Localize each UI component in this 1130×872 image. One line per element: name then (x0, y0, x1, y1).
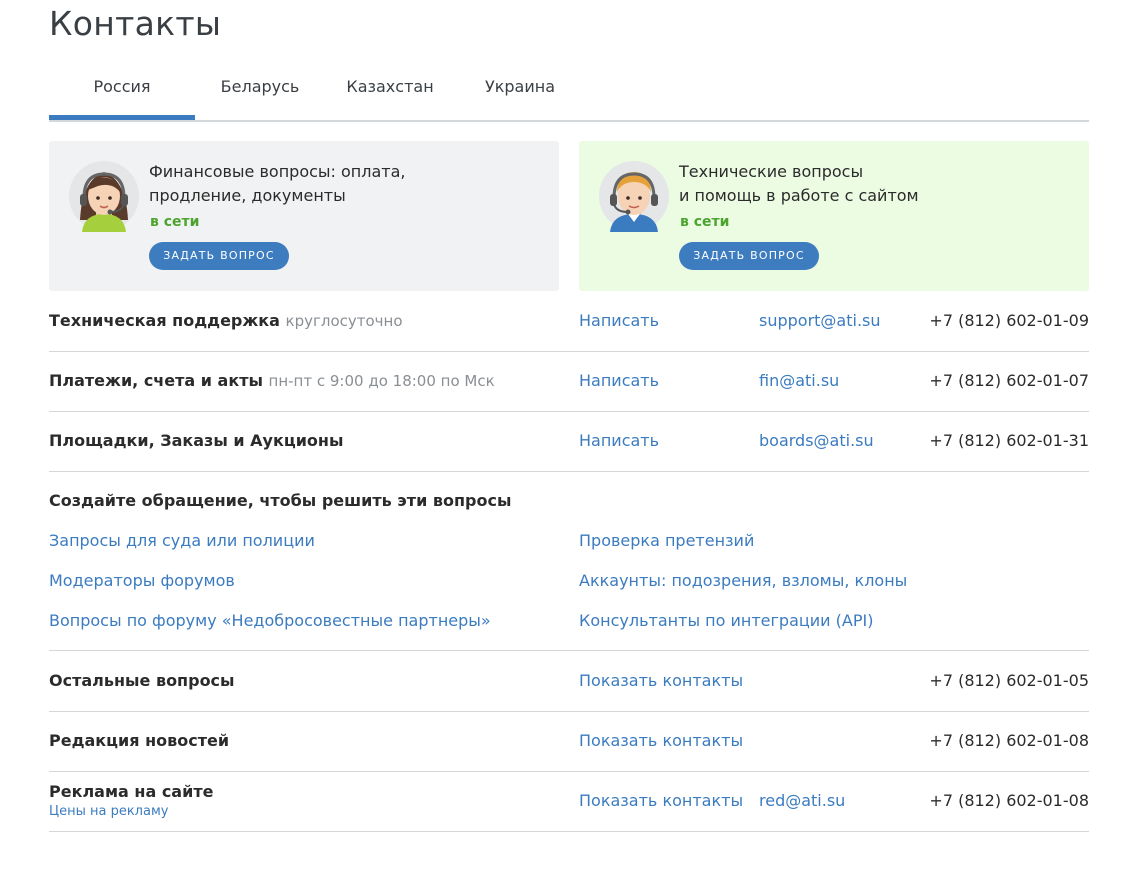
contacts-page: Контакты Россия Беларусь Казахстан Украи… (0, 0, 1130, 872)
technical-chat-card: Технические вопросы и помощь в работе с … (579, 141, 1089, 291)
technical-card-line1: Технические вопросы (679, 162, 864, 181)
finance-card-text: Финансовые вопросы: оплата, продление, д… (149, 160, 539, 208)
appeals-title: Создайте обращение, чтобы решить эти воп… (49, 491, 512, 510)
row-hours-note: пн-пт с 9:00 до 18:00 по Мск (268, 372, 495, 390)
appeal-link-claims-check[interactable]: Проверка претензий (579, 531, 754, 550)
contact-row-ads: Реклама на сайте Цены на рекламу Показат… (49, 771, 1089, 832)
finance-chat-card: Финансовые вопросы: оплата, продление, д… (49, 141, 559, 291)
contact-row-support: Техническая поддержка круглосуточно Напи… (49, 291, 1089, 352)
appeal-link-api-consultants[interactable]: Консультанты по интеграции (API) (579, 611, 873, 630)
finance-ask-question-button[interactable]: ЗАДАТЬ ВОПРОС (149, 242, 289, 270)
show-contacts-link[interactable]: Показать контакты (579, 651, 743, 711)
country-tabs: Россия Беларусь Казахстан Украина (49, 66, 1089, 122)
phone-number: +7 (812) 602-01-07 (929, 371, 1089, 390)
row-title: Площадки, Заказы и Аукционы (49, 431, 344, 450)
row-title: Редакция новостей (49, 731, 230, 750)
phone-number: +7 (812) 602-01-08 (929, 731, 1089, 750)
female-operator-headset-icon (68, 160, 140, 232)
row-label: Платежи, счета и акты пн-пт с 9:00 до 18… (49, 351, 495, 411)
contact-row-news: Редакция новостей Показать контакты +7 (… (49, 711, 1089, 772)
write-link[interactable]: Написать (579, 351, 659, 411)
write-link[interactable]: Написать (579, 291, 659, 351)
contact-row-other: Остальные вопросы Показать контакты +7 (… (49, 651, 1089, 712)
ad-prices-link[interactable]: Цены на рекламу (49, 804, 168, 819)
row-label: Техническая поддержка круглосуточно (49, 291, 403, 351)
row-title: Техническая поддержка (49, 311, 280, 330)
male-operator-headset-icon (598, 160, 670, 232)
technical-ask-question-button[interactable]: ЗАДАТЬ ВОПРОС (679, 242, 819, 270)
email-link[interactable]: support@ati.su (759, 291, 881, 351)
row-title: Остальные вопросы (49, 671, 235, 690)
tab-kazakhstan[interactable]: Казахстан (341, 66, 439, 118)
technical-online-status: в сети (680, 214, 730, 230)
contact-row-payments: Платежи, счета и акты пн-пт с 9:00 до 18… (49, 351, 1089, 412)
row-title: Платежи, счета и акты (49, 371, 263, 390)
appeal-link-bad-partners-forum[interactable]: Вопросы по форуму «Недобросовестные парт… (49, 611, 491, 630)
phone-number: +7 (812) 602-01-31 (929, 431, 1089, 450)
technical-card-text: Технические вопросы и помощь в работе с … (679, 160, 1069, 208)
show-contacts-link[interactable]: Показать контакты (579, 711, 743, 771)
appeal-link-accounts[interactable]: Аккаунты: подозрения, взломы, клоны (579, 571, 907, 590)
row-hours-note: круглосуточно (285, 312, 403, 330)
page-title: Контакты (49, 4, 222, 43)
finance-card-line1: Финансовые вопросы: оплата, (149, 162, 406, 181)
finance-card-line2: продление, документы (149, 186, 346, 205)
write-link[interactable]: Написать (579, 411, 659, 471)
technical-card-line2: и помощь в работе с сайтом (679, 186, 919, 205)
email-link[interactable]: red@ati.su (759, 771, 845, 831)
phone-number: +7 (812) 602-01-09 (929, 311, 1089, 330)
appeal-link-court-police[interactable]: Запросы для суда или полиции (49, 531, 315, 550)
show-contacts-link[interactable]: Показать контакты (579, 771, 743, 831)
email-link[interactable]: boards@ati.su (759, 411, 874, 471)
phone-number: +7 (812) 602-01-08 (929, 791, 1089, 810)
email-link[interactable]: fin@ati.su (759, 351, 839, 411)
tab-belarus[interactable]: Беларусь (213, 66, 307, 118)
tab-ukraine[interactable]: Украина (477, 66, 563, 118)
contact-row-boards: Площадки, Заказы и Аукционы Написать boa… (49, 411, 1089, 472)
finance-online-status: в сети (150, 214, 200, 230)
appeals-section: Создайте обращение, чтобы решить эти воп… (49, 471, 1089, 651)
row-title: Реклама на сайте (49, 782, 214, 801)
tab-russia[interactable]: Россия (49, 66, 195, 120)
phone-number: +7 (812) 602-01-05 (929, 671, 1089, 690)
appeal-link-forum-moderators[interactable]: Модераторы форумов (49, 571, 235, 590)
